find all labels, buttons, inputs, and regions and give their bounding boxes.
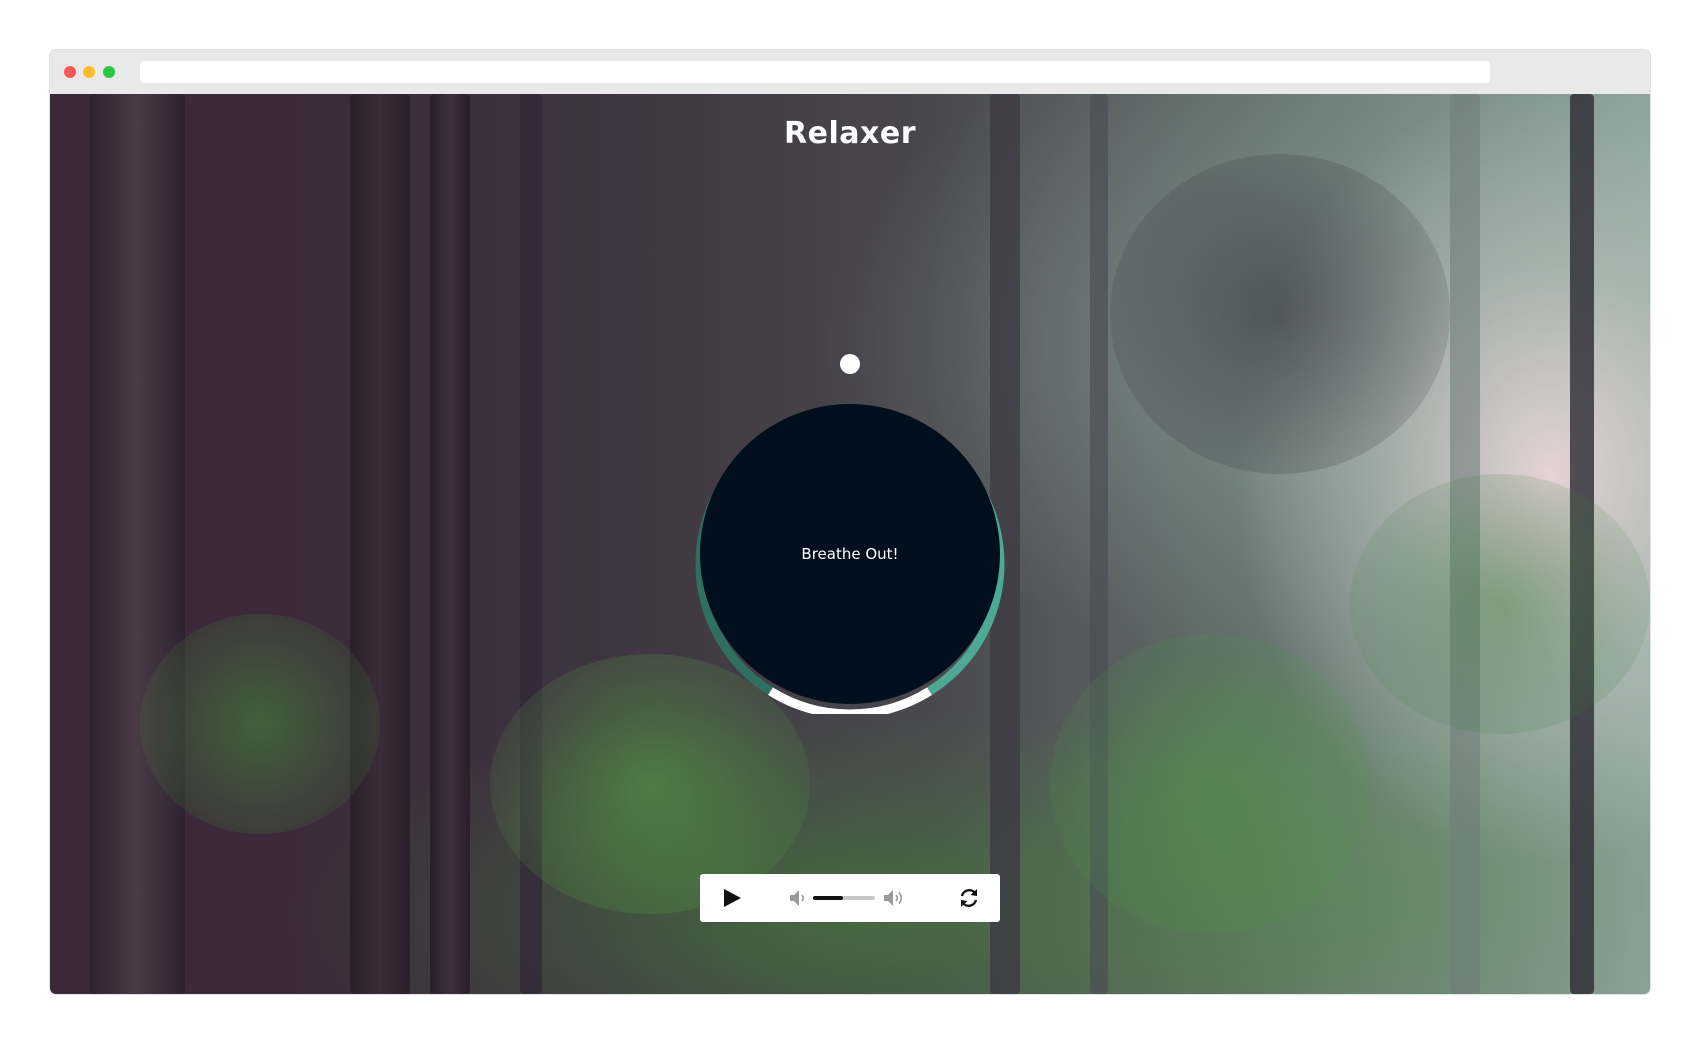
address-bar[interactable] <box>140 61 1490 83</box>
maximize-window-button[interactable] <box>103 66 115 78</box>
breathing-pointer <box>840 354 860 374</box>
close-window-button[interactable] <box>64 66 76 78</box>
breath-instruction: Breathe Out! <box>801 545 899 563</box>
volume-high-icon[interactable] <box>882 887 906 909</box>
play-icon <box>724 889 741 907</box>
volume-low-icon[interactable] <box>788 887 810 909</box>
browser-window: Relaxer Breathe Out! <box>50 50 1650 994</box>
audio-player <box>700 874 1000 922</box>
breathing-widget: Breathe Out! <box>690 354 1010 714</box>
volume-slider[interactable] <box>813 896 875 900</box>
restart-icon <box>960 889 978 907</box>
minimize-window-button[interactable] <box>83 66 95 78</box>
volume-slider-fill <box>813 896 843 900</box>
play-button[interactable] <box>720 886 744 910</box>
browser-titlebar <box>50 50 1650 94</box>
page-viewport: Relaxer Breathe Out! <box>50 94 1650 994</box>
restart-button[interactable] <box>958 887 980 909</box>
breathing-circle: Breathe Out! <box>700 404 1000 704</box>
app-title: Relaxer <box>784 116 916 151</box>
